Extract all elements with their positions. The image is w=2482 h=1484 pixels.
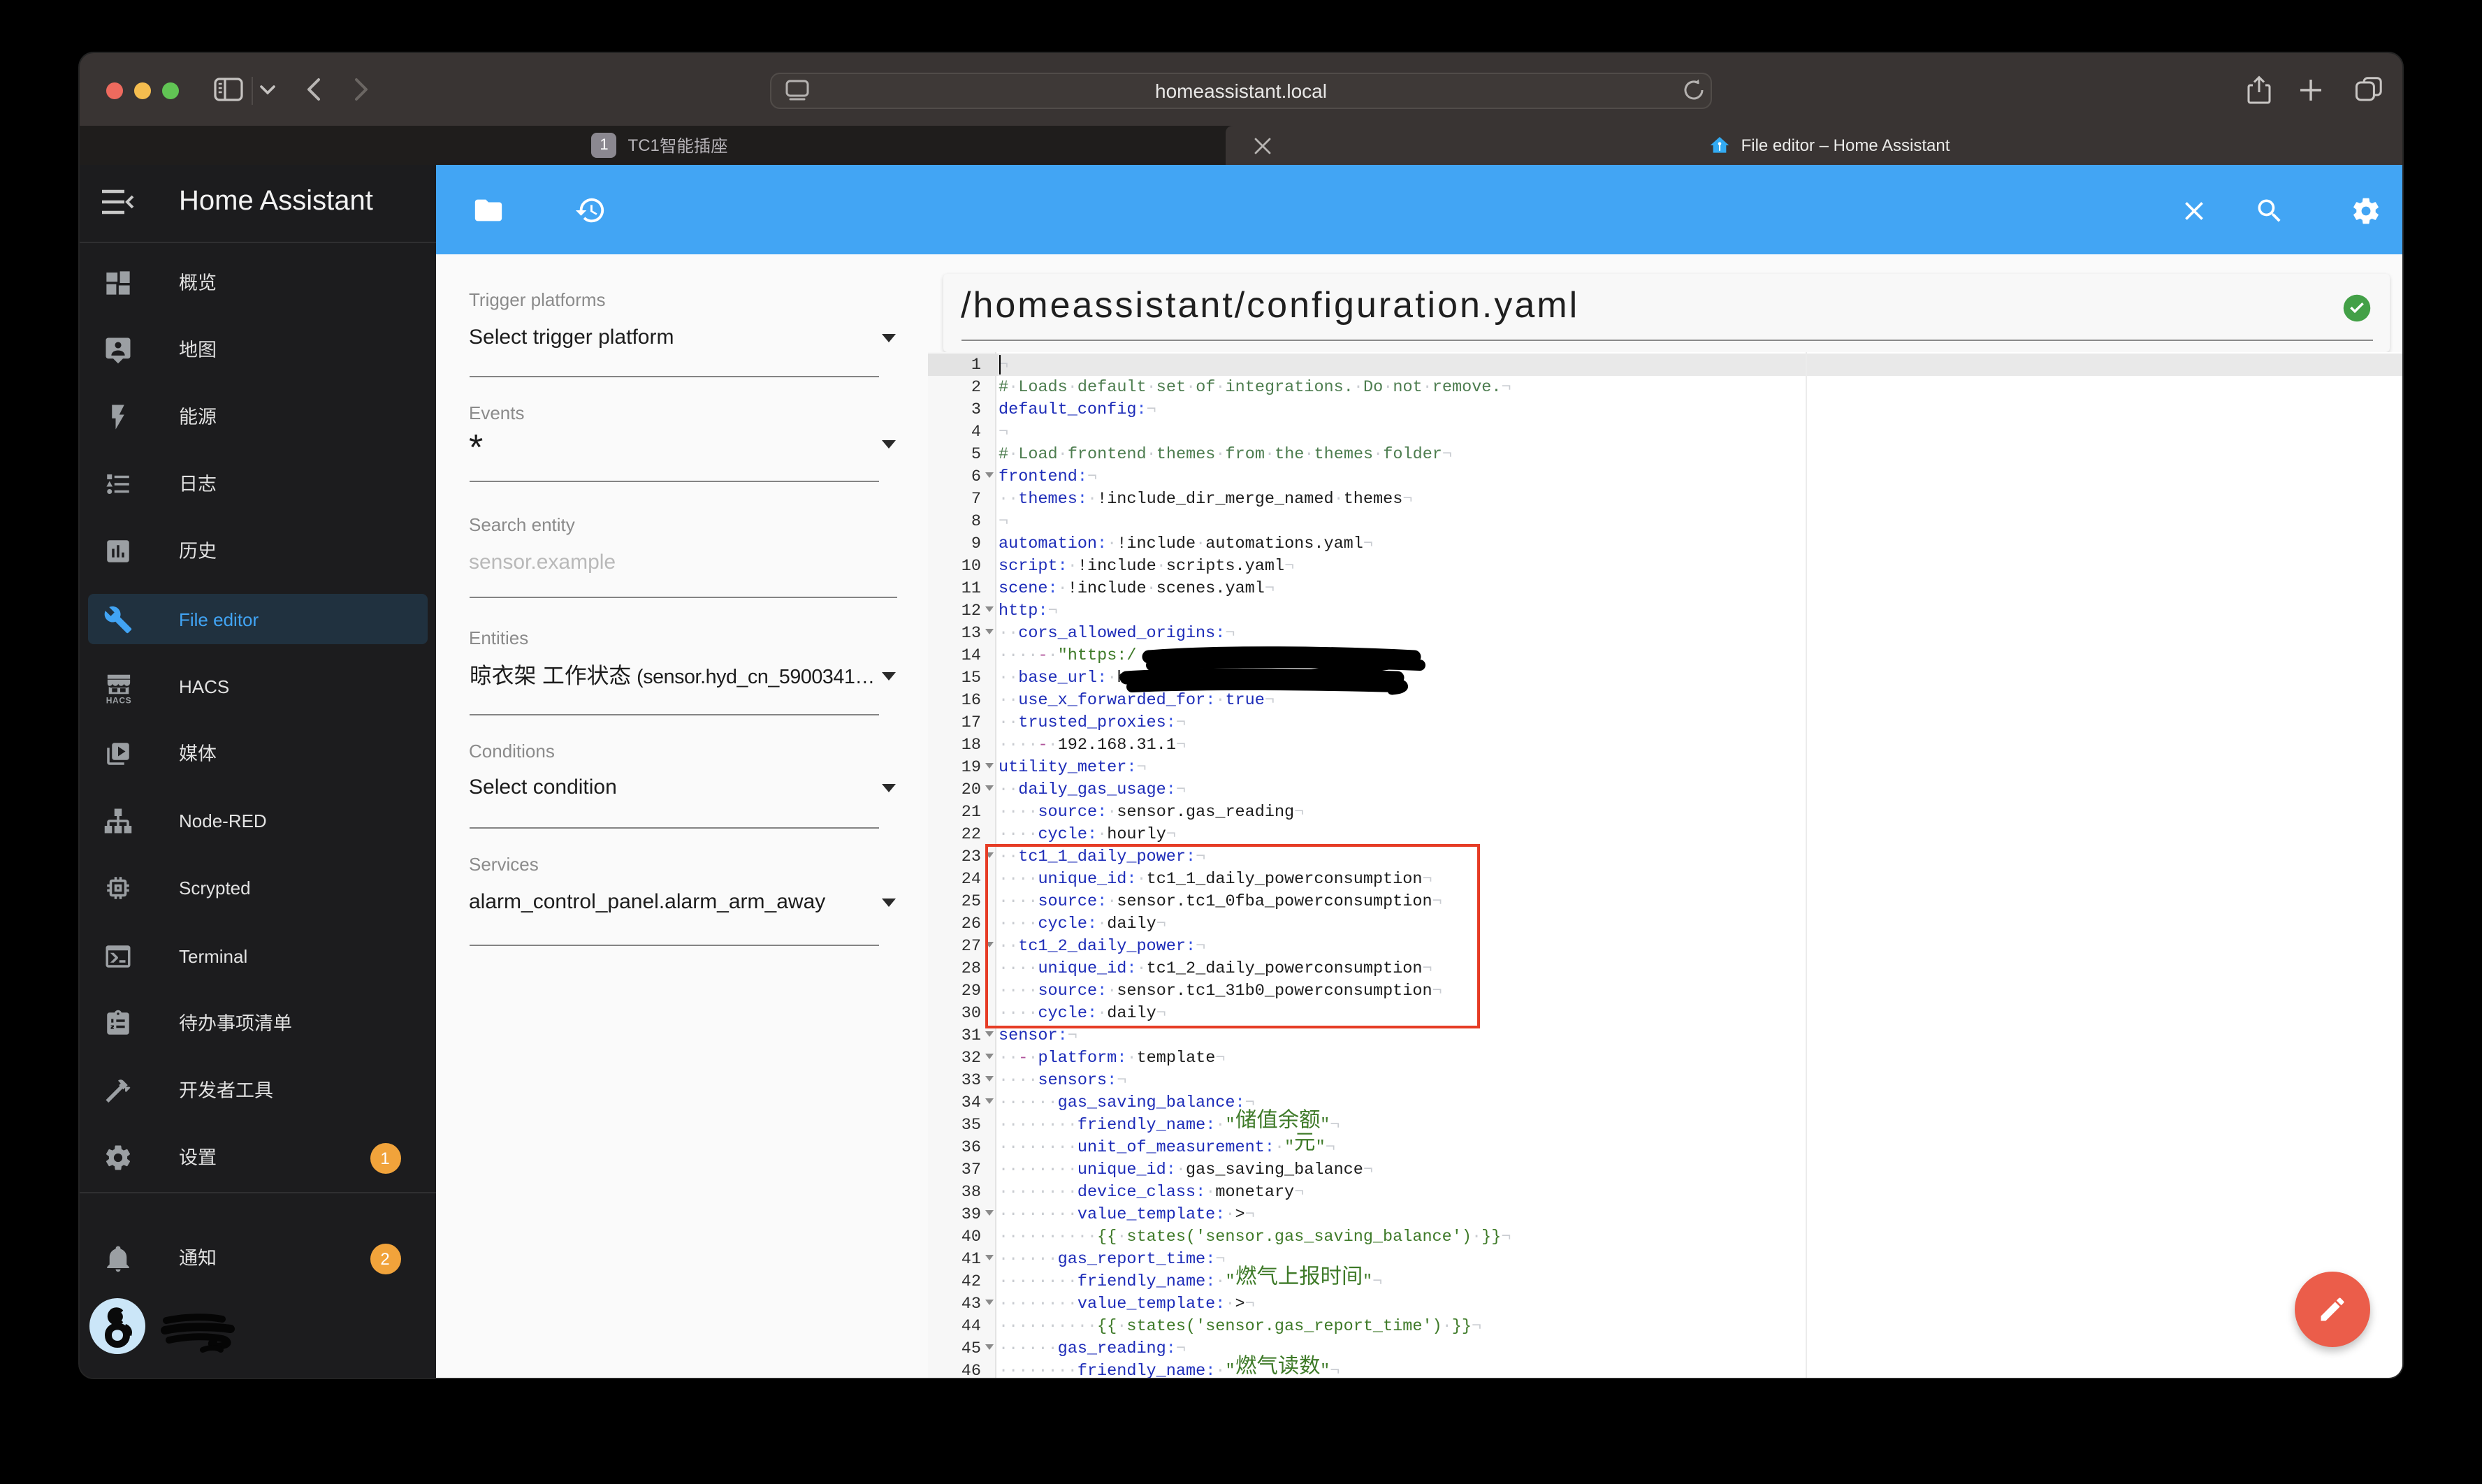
svg-text:HACS: HACS <box>106 695 131 704</box>
